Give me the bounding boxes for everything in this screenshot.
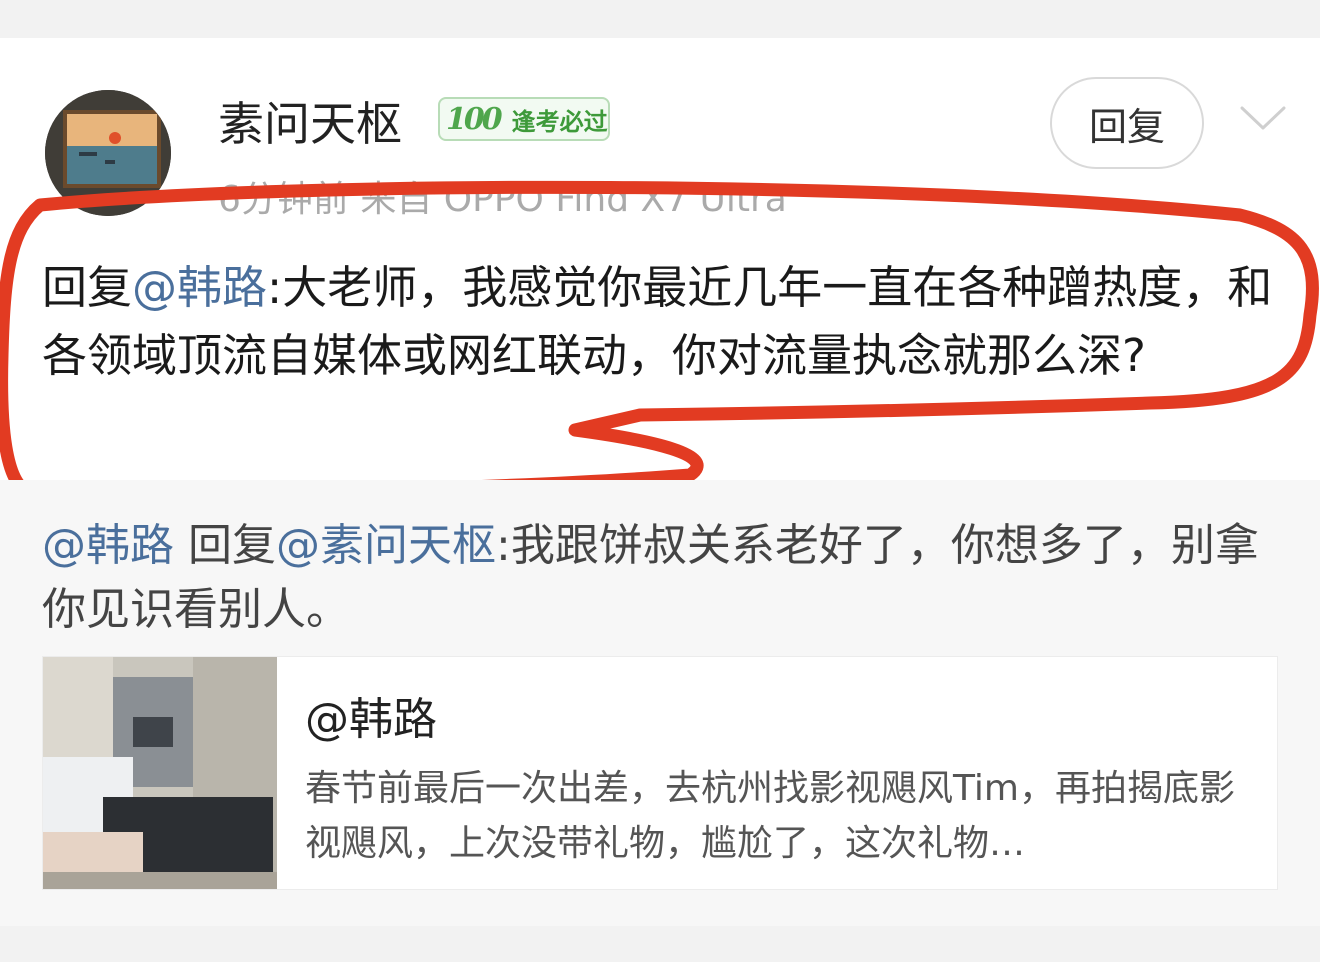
comment-mention[interactable]: @韩路 [132,261,267,314]
exam-badge[interactable]: 100 逢考必过 [438,97,610,141]
reply-word: 回复 [174,520,276,571]
username[interactable]: 素问天枢 [218,88,402,154]
reply-text: @韩路 回复@素问天枢:我跟饼叔关系老好了，你想多了，别拿你见识看别人。 [42,514,1282,642]
reply-author-mention[interactable]: @韩路 [42,520,174,571]
quoted-post-card[interactable]: @韩路 春节前最后一次出差，去杭州找影视飓风Tim，再拍揭底影视飓风，上次没带礼… [42,656,1278,890]
quoted-post-author: @韩路 [305,694,437,745]
quoted-post-snippet: 春节前最后一次出差，去杭州找影视飓风Tim，再拍揭底影视飓风，上次没带礼物，尴尬… [305,768,1235,864]
reply-target-mention[interactable]: @素问天枢 [276,520,496,571]
comment-body: 回复@韩路:大老师，我感觉你最近几年一直在各种蹭热度，和各领域顶流自媒体或网红联… [42,254,1292,390]
comment-prefix: 回复 [42,261,133,314]
top-separator [0,0,1320,38]
quoted-post-thumbnail [43,657,277,889]
badge-label: 逢考必过 [511,107,608,136]
chevron-down-icon[interactable] [1238,100,1288,136]
reply-button[interactable]: 回复 [1050,77,1204,169]
avatar[interactable] [45,90,171,216]
bottom-separator [0,926,1320,962]
post-meta: 6分钟前 来自 OPPO Find X7 Ultra [218,179,787,220]
badge-number: 100 [446,101,503,137]
